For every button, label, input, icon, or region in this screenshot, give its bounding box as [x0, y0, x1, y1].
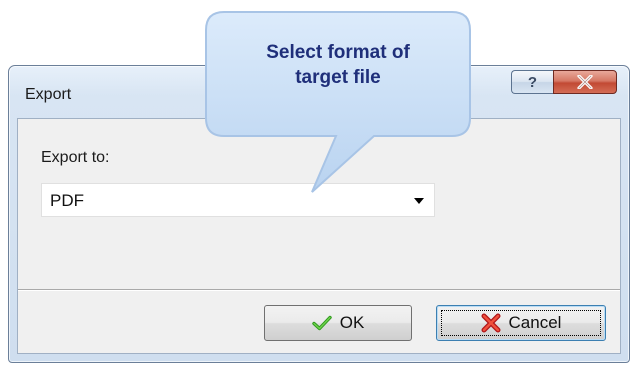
close-icon — [577, 75, 593, 89]
help-icon: ? — [527, 73, 538, 91]
dialog-client-area: Export to: PDF OK Cancel — [17, 118, 621, 354]
ok-button-label: OK — [339, 313, 365, 332]
callout-text: Select format of target file — [208, 40, 468, 90]
help-button[interactable]: ? — [511, 70, 553, 94]
callout-line-1: Select format of — [266, 42, 410, 63]
close-button[interactable] — [553, 70, 617, 94]
focus-ring — [441, 310, 601, 336]
export-dialog: Export ? Export to: PDF OK Cancel — [8, 65, 630, 363]
format-dropdown[interactable]: PDF — [41, 183, 435, 217]
button-separator — [18, 289, 620, 291]
export-to-label: Export to: — [41, 149, 110, 166]
dialog-title: Export — [25, 86, 72, 103]
caption-buttons: ? — [511, 70, 617, 94]
checkmark-icon — [312, 315, 332, 331]
chevron-down-icon[interactable] — [414, 198, 424, 204]
callout-line-2: target file — [295, 67, 381, 88]
cancel-button[interactable]: Cancel — [436, 305, 606, 341]
format-dropdown-value: PDF — [50, 191, 84, 210]
ok-button[interactable]: OK — [264, 305, 412, 341]
